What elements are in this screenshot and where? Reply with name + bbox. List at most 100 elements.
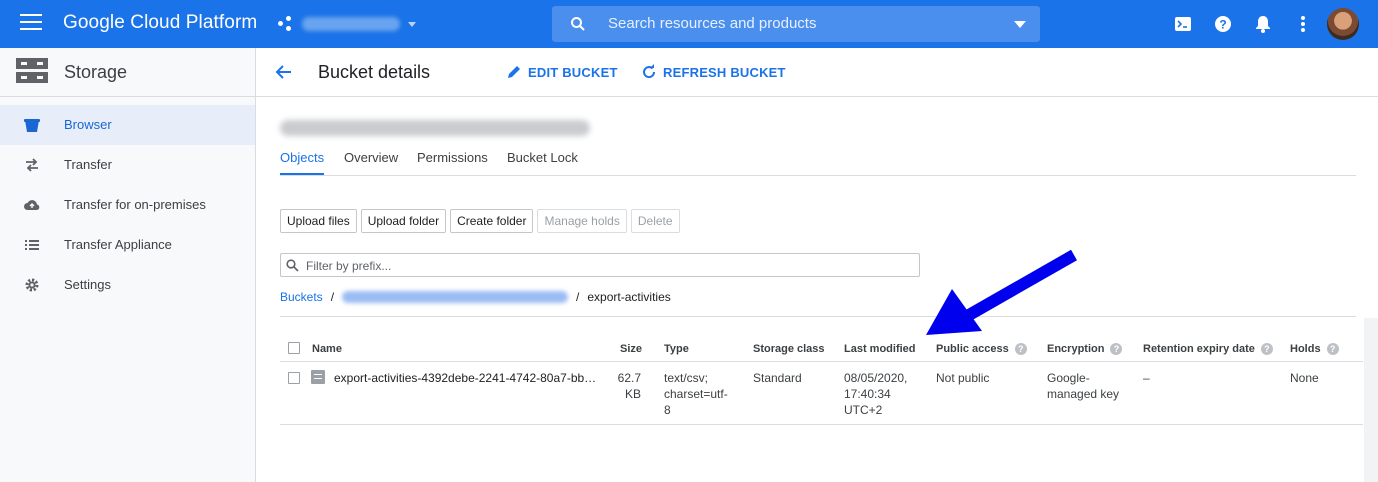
back-arrow-icon[interactable] [274, 62, 294, 82]
encryption-line: managed key [1047, 387, 1120, 401]
upload-folder-button[interactable]: Upload folder [360, 209, 447, 233]
column-type-label: Type [664, 343, 689, 355]
tab-bar: Objects Overview Permissions Bucket Lock [280, 148, 1356, 176]
manage-holds-button[interactable]: Manage holds [537, 209, 627, 233]
main-content: Bucket details EDIT BUCKET REFRESH BUCKE… [256, 48, 1378, 482]
search-dropdown-icon[interactable] [1014, 21, 1026, 28]
filter-placeholder: Filter by prefix... [306, 259, 392, 273]
breadcrumb-buckets-link[interactable]: Buckets [280, 290, 323, 304]
search-icon [286, 259, 299, 272]
sidebar-item-settings[interactable]: Settings [0, 265, 255, 305]
object-toolbar: Upload files Upload folder Create folder… [280, 209, 680, 233]
sidebar-item-browser[interactable]: Browser [0, 105, 255, 145]
object-size: 62.7 KB [617, 370, 641, 402]
transfer-arrows-icon [26, 158, 38, 172]
divider [280, 316, 1356, 317]
breadcrumb-bucket-link-redacted[interactable] [342, 291, 569, 303]
size-value: 62.7 [617, 371, 641, 385]
column-holds[interactable]: Holds? [1290, 343, 1339, 355]
type-line: 8 [664, 403, 671, 417]
column-name[interactable]: Name [312, 343, 342, 355]
menu-icon[interactable] [20, 14, 42, 34]
svg-text:?: ? [1219, 18, 1226, 32]
nav-header: Storage [0, 48, 255, 97]
search-placeholder: Search resources and products [608, 15, 817, 32]
column-size[interactable]: Size [620, 343, 642, 355]
column-holds-label: Holds [1290, 343, 1321, 355]
table-header: Name Size Type Storage class Last modifi… [280, 334, 1363, 362]
refresh-bucket-label: REFRESH BUCKET [663, 64, 786, 80]
column-storage-class[interactable]: Storage class [753, 343, 825, 355]
tab-overview[interactable]: Overview [344, 150, 398, 173]
project-icon [278, 16, 294, 32]
delete-button[interactable]: Delete [630, 209, 680, 233]
column-size-label: Size [620, 343, 643, 355]
project-name-redacted [302, 17, 400, 31]
size-unit: KB [624, 387, 641, 401]
breadcrumb-separator: / [576, 290, 580, 304]
column-encryption-label: Encryption [1047, 343, 1105, 355]
list-icon [25, 240, 39, 250]
project-selector[interactable] [278, 12, 416, 36]
create-folder-button[interactable]: Create folder [450, 209, 534, 233]
bucket-name-redacted [280, 120, 590, 136]
vertical-scrollbar[interactable] [1364, 318, 1378, 482]
table-row: export-activities-4392debe-2241-4742-80a… [280, 362, 1363, 425]
breadcrumb: Buckets / / export-activities [280, 290, 671, 304]
column-retention-expiry[interactable]: Retention expiry date? [1143, 343, 1273, 355]
breadcrumb-current-folder: export-activities [587, 290, 671, 304]
help-icon[interactable]: ? [1326, 343, 1339, 355]
sidebar-item-transfer[interactable]: Transfer [0, 145, 255, 185]
cloud-shell-icon[interactable] [1173, 14, 1193, 34]
nav-title: Storage [64, 62, 128, 82]
search-icon [571, 17, 585, 31]
help-icon[interactable]: ? [1260, 343, 1273, 355]
sidebar-item-transfer-appliance[interactable]: Transfer Appliance [0, 225, 255, 265]
pencil-icon [508, 66, 520, 78]
help-icon[interactable]: ? [1110, 343, 1123, 355]
bucket-icon [24, 119, 40, 132]
avatar[interactable] [1327, 8, 1359, 40]
gear-icon [25, 278, 39, 292]
tab-permissions[interactable]: Permissions [417, 150, 488, 173]
select-all-checkbox[interactable] [288, 342, 300, 354]
more-vert-icon[interactable] [1293, 14, 1313, 34]
modified-line: 17:40:34 [844, 387, 891, 401]
sidebar-item-label: Transfer for on-premises [64, 197, 206, 212]
refresh-bucket-button[interactable]: REFRESH BUCKET [641, 64, 786, 80]
upload-files-button[interactable]: Upload files [280, 209, 357, 233]
annotation-arrow-icon [926, 249, 1077, 335]
column-encryption[interactable]: Encryption? [1047, 343, 1123, 355]
edit-bucket-label: EDIT BUCKET [528, 64, 618, 80]
sidebar-item-transfer-on-premises[interactable]: Transfer for on-premises [0, 185, 255, 225]
modified-line: 08/05/2020, [844, 371, 908, 385]
modified-line: UTC+2 [844, 403, 883, 417]
tab-bucket-lock[interactable]: Bucket Lock [507, 150, 578, 173]
column-type[interactable]: Type [664, 343, 689, 355]
search-input[interactable]: Search resources and products [552, 6, 1040, 42]
column-last-modified-label: Last modified [844, 343, 916, 355]
row-checkbox[interactable] [288, 372, 300, 384]
column-public-access[interactable]: Public access? [936, 343, 1027, 355]
refresh-icon [643, 64, 656, 79]
filter-input[interactable]: Filter by prefix... [280, 253, 920, 277]
object-name-link[interactable]: export-activities-4392debe-2241-4742-80a… [334, 370, 596, 386]
encryption-line: Google- [1047, 371, 1090, 385]
storage-icon [16, 58, 48, 84]
breadcrumb-separator: / [330, 290, 335, 304]
cloud-upload-icon [24, 200, 40, 210]
column-last-modified[interactable]: Last modified [844, 343, 916, 355]
notifications-icon[interactable] [1253, 14, 1273, 34]
help-icon[interactable]: ? [1213, 14, 1233, 34]
nav-list: Browser Transfer Transfer for on-premise… [0, 105, 255, 305]
edit-bucket-button[interactable]: EDIT BUCKET [506, 64, 618, 80]
page-header: Bucket details EDIT BUCKET REFRESH BUCKE… [256, 48, 1378, 97]
brand-title[interactable]: Google Cloud Platform [63, 12, 257, 34]
top-app-bar: Google Cloud Platform Search resources a… [0, 0, 1378, 48]
objects-table: Name Size Type Storage class Last modifi… [280, 334, 1363, 425]
object-retention: – [1143, 371, 1150, 385]
help-icon[interactable]: ? [1014, 343, 1027, 355]
tab-objects[interactable]: Objects [280, 150, 325, 175]
sidebar-item-label: Browser [64, 117, 112, 132]
type-line: charset=utf- [664, 387, 728, 401]
